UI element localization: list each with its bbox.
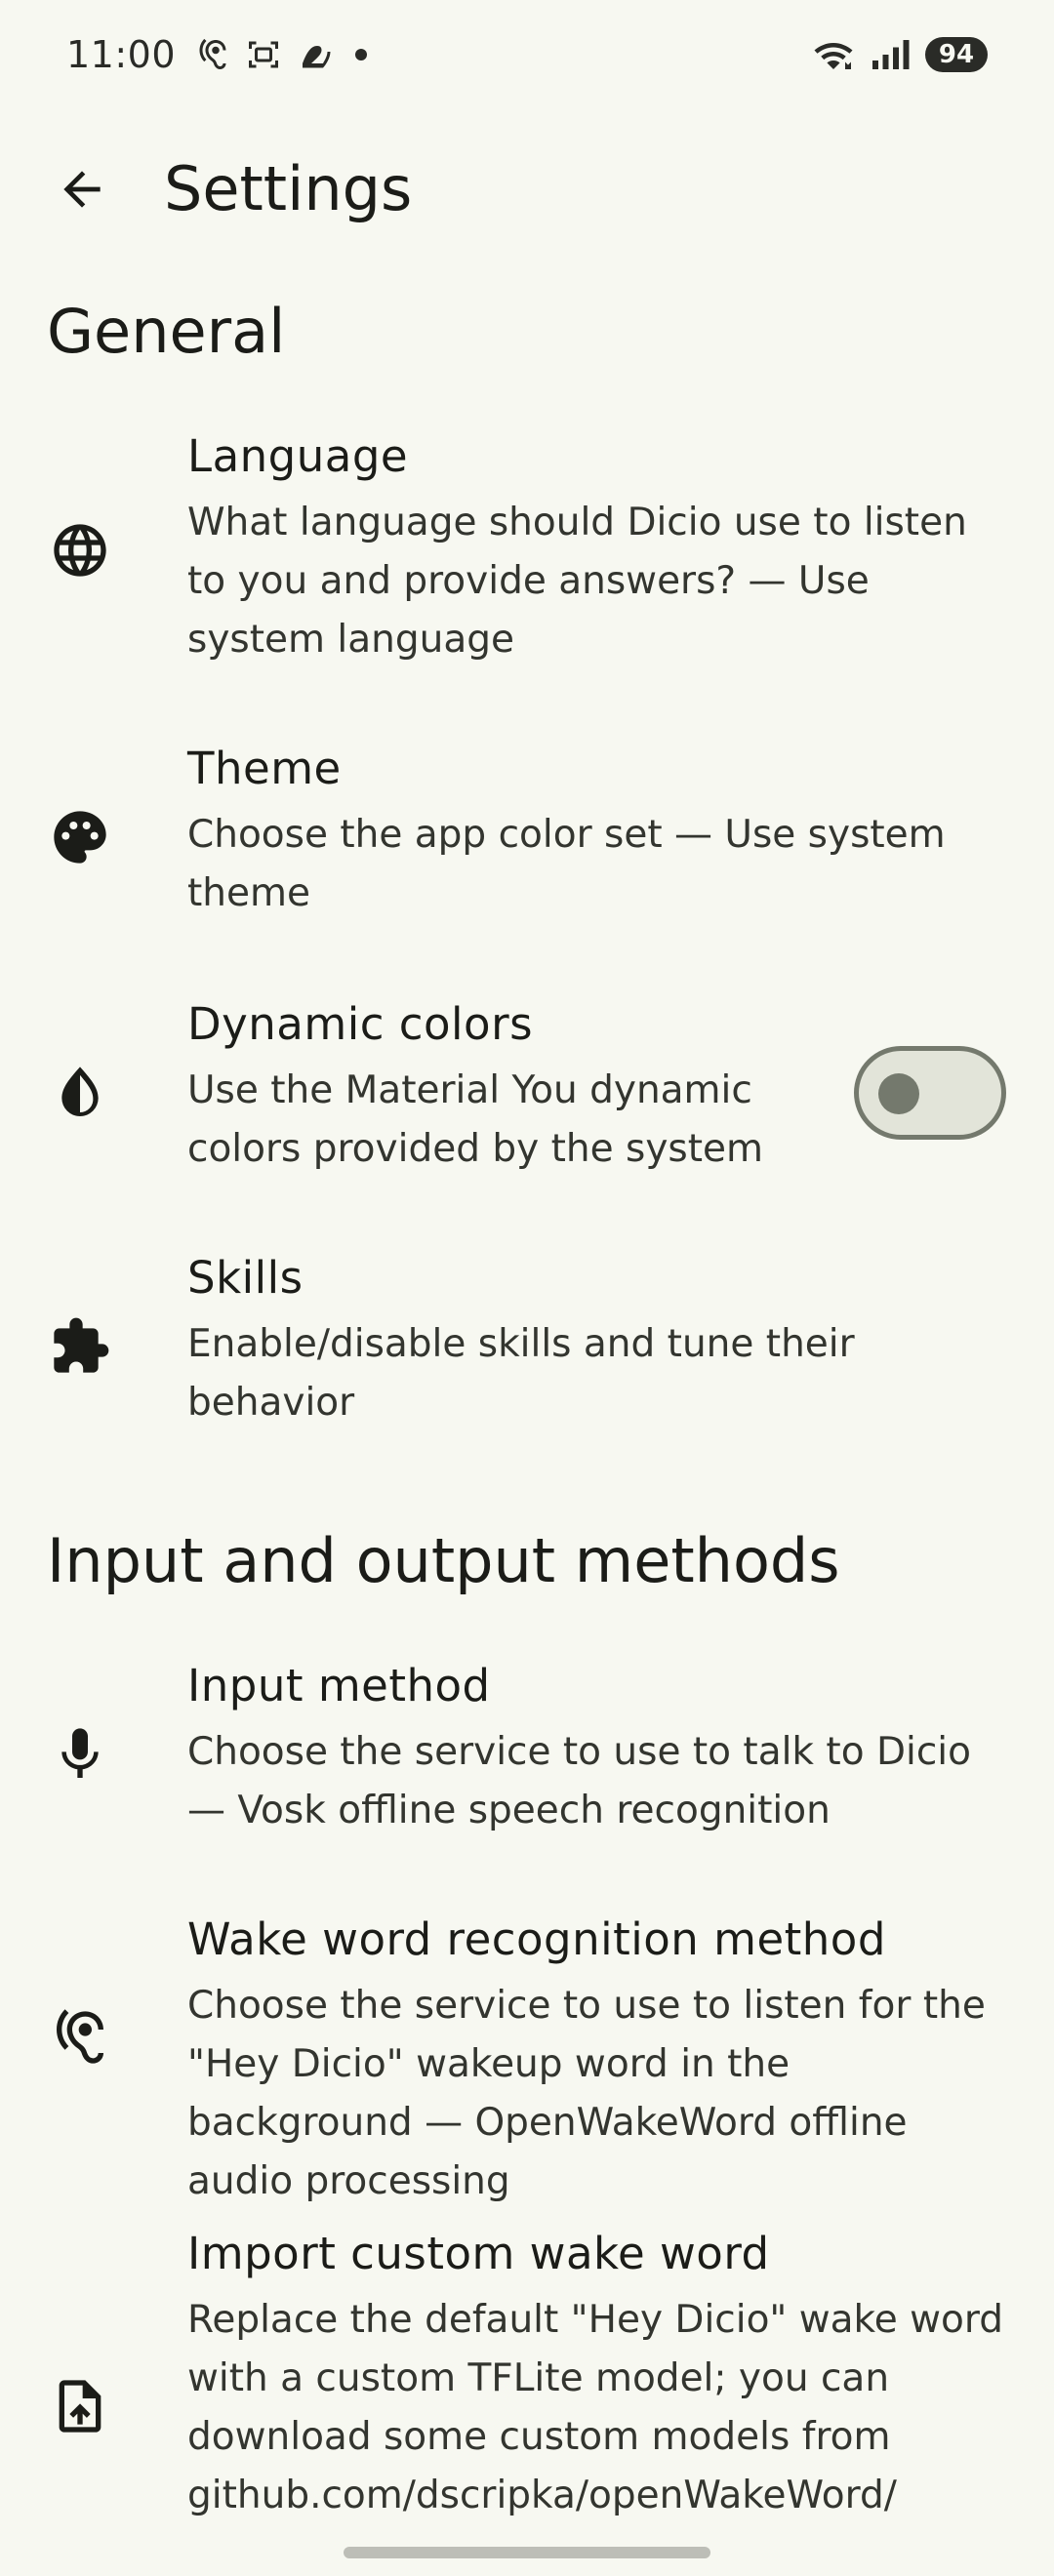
signal-icon (872, 40, 910, 69)
microphone-icon (43, 1717, 117, 1791)
battery-icon: 94 (925, 37, 988, 72)
hearing-icon (199, 38, 226, 69)
setting-summary: What language should Dicio use to listen… (187, 501, 967, 662)
status-bar: 11:00 94 (0, 0, 1054, 109)
page-title: Settings (164, 153, 413, 224)
setting-theme[interactable]: Theme Choose the app color set — Use sys… (0, 730, 1054, 935)
setting-dynamic-colors[interactable]: Dynamic colors Use the Material You dyna… (0, 986, 1054, 1190)
setting-title: Wake word recognition method (187, 1913, 886, 1965)
setting-title: Language (187, 430, 409, 482)
top-app-bar: Settings (0, 127, 1054, 244)
setting-text: Dynamic colors Use the Material You dyna… (187, 995, 812, 1179)
palette-icon (43, 800, 117, 874)
section-header-general: General (47, 296, 286, 367)
arrow-back-icon (63, 171, 101, 208)
status-time: 11:00 (66, 33, 177, 76)
setting-text: Skills Enable/disable skills and tune th… (187, 1249, 1007, 1432)
status-right: 94 (812, 37, 988, 72)
setting-summary: Choose the service to use to listen for … (187, 1984, 986, 2203)
setting-summary: Use the Material You dynamic colors prov… (187, 1068, 763, 1171)
setting-wake-word-method[interactable]: Wake word recognition method Choose the … (0, 1901, 1054, 2203)
setting-text: Language What language should Dicio use … (187, 427, 1007, 669)
setting-skills[interactable]: Skills Enable/disable skills and tune th… (0, 1239, 1054, 1444)
file-upload-icon (43, 2369, 117, 2443)
setting-summary: Enable/disable skills and tune their beh… (187, 1322, 855, 1425)
globe-icon (43, 513, 117, 587)
back-button[interactable] (39, 146, 125, 232)
setting-title: Import custom wake word (187, 2228, 770, 2279)
app-icon (303, 46, 331, 68)
notification-dot (355, 49, 368, 60)
hearing-icon (43, 2000, 117, 2074)
setting-summary: Replace the default "Hey Dicio" wake wor… (187, 2298, 1004, 2517)
switch-knob (878, 1073, 919, 1114)
setting-summary: Choose the app color set — Use system th… (187, 813, 946, 915)
settings-screen: 11:00 94 Settings General Language What … (0, 0, 1054, 2576)
setting-text: Theme Choose the app color set — Use sys… (187, 740, 1007, 923)
status-notification-icons (195, 37, 368, 72)
setting-title: Skills (187, 1252, 304, 1304)
setting-input-method[interactable]: Input method Choose the service to use t… (0, 1647, 1054, 1852)
screenshot-icon (249, 41, 279, 68)
setting-language[interactable]: Language What language should Dicio use … (0, 418, 1054, 681)
status-left: 11:00 (66, 33, 368, 76)
contrast-icon (43, 1056, 117, 1130)
setting-title: Input method (187, 1660, 491, 1711)
home-indicator[interactable] (344, 2547, 710, 2558)
dynamic-colors-switch[interactable] (854, 1046, 1006, 1140)
setting-summary: Choose the service to use to talk to Dic… (187, 1730, 971, 1832)
setting-text: Wake word recognition method Choose the … (187, 1911, 1007, 2211)
setting-import-wake-word[interactable]: Import custom wake word Replace the defa… (0, 2215, 1054, 2537)
setting-text: Input method Choose the service to use t… (187, 1657, 1007, 1840)
wifi-icon (814, 43, 853, 69)
puzzle-icon (43, 1309, 117, 1384)
section-header-io: Input and output methods (47, 1525, 840, 1596)
setting-title: Theme (187, 743, 342, 794)
setting-title: Dynamic colors (187, 998, 534, 1050)
setting-text: Import custom wake word Replace the defa… (187, 2225, 1007, 2525)
